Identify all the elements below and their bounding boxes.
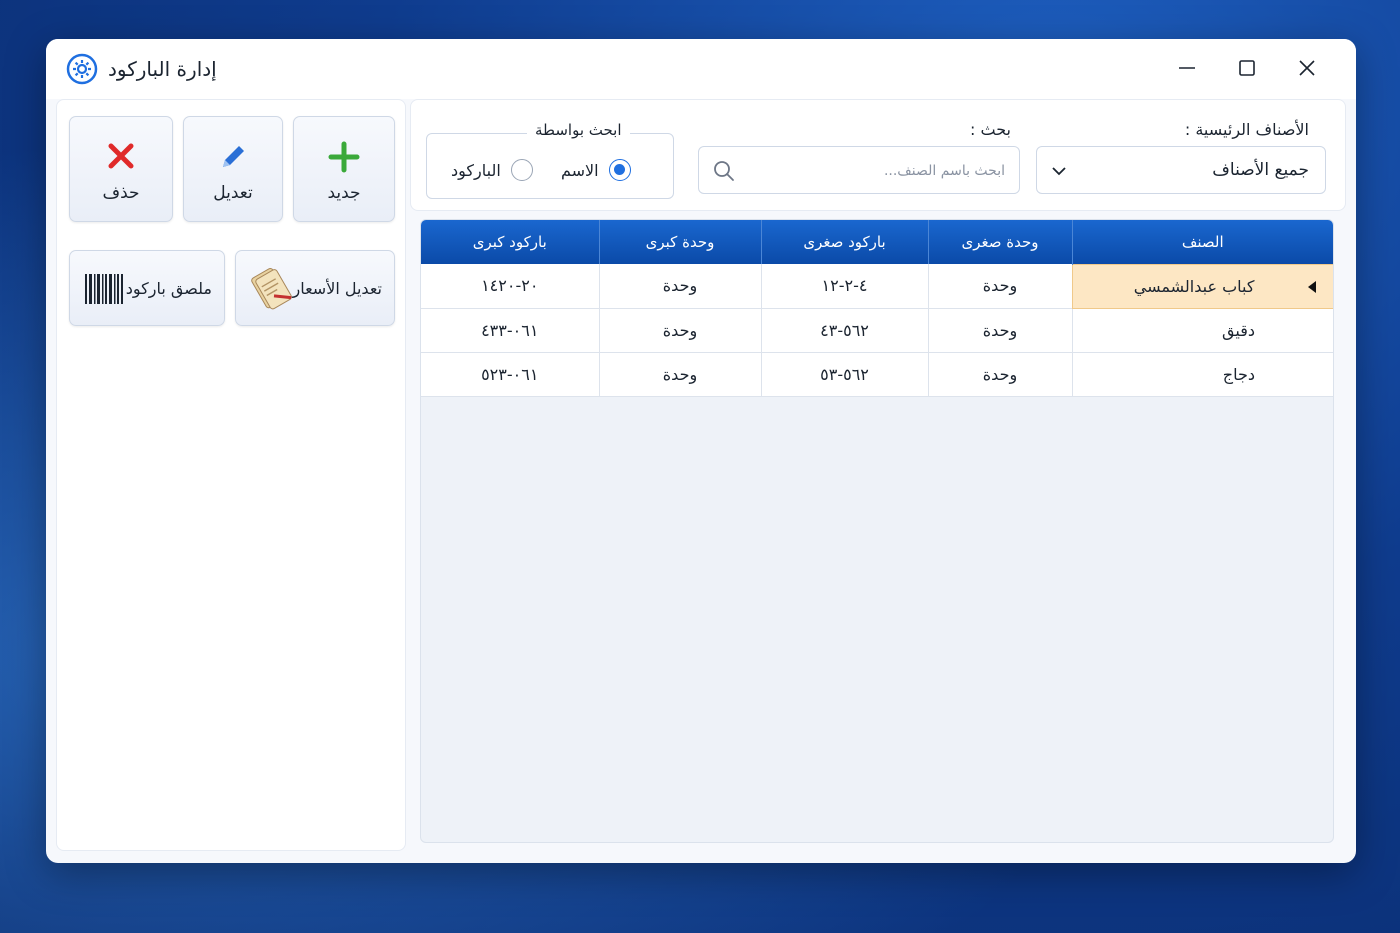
item-cell[interactable]: دجاج bbox=[1071, 352, 1333, 397]
search-by-barcode-radio[interactable]: الباركود bbox=[451, 159, 533, 181]
barcode-icon bbox=[85, 274, 123, 304]
close-icon bbox=[1299, 60, 1315, 76]
item-cell[interactable]: كباب عبدالشمسي bbox=[1071, 263, 1333, 309]
barcode-management-window: إدارة الباركود حذف تعديل جديد ملصق باركو… bbox=[46, 39, 1356, 863]
minimize-button[interactable] bbox=[1170, 53, 1204, 83]
radio-selected-icon bbox=[608, 159, 631, 181]
window-title: إدارة الباركود bbox=[108, 57, 217, 81]
table-row[interactable]: دجاج وحدة ٥٦٢-٥٣ وحدة ٠٦١-٥٢٣ bbox=[421, 352, 1333, 397]
small-unit-cell[interactable]: وحدة bbox=[927, 352, 1072, 397]
new-label: جديد bbox=[327, 183, 361, 203]
column-header-large-barcode[interactable]: باركود كبرى bbox=[421, 220, 599, 264]
large-barcode-cell[interactable]: ٠٦١-٤٣٣ bbox=[421, 308, 599, 353]
new-button[interactable]: جديد bbox=[293, 116, 395, 222]
barcode-label-button[interactable]: ملصق باركود bbox=[69, 250, 225, 326]
search-label: بحث : bbox=[970, 120, 1011, 139]
table-row[interactable]: دقيق وحدة ٥٦٢-٤٣ وحدة ٠٦١-٤٣٣ bbox=[421, 308, 1333, 353]
large-unit-cell[interactable]: وحدة bbox=[598, 308, 761, 353]
edit-prices-button[interactable]: تعديل الأسعار bbox=[235, 250, 395, 326]
column-header-small-barcode[interactable]: باركود صغرى bbox=[760, 220, 928, 264]
small-unit-cell[interactable]: وحدة bbox=[927, 264, 1072, 309]
chevron-down-icon bbox=[1052, 167, 1066, 176]
search-by-barcode-label: الباركود bbox=[451, 160, 501, 180]
search-by-name-radio[interactable]: الاسم bbox=[561, 159, 631, 181]
price-tags-icon bbox=[251, 268, 292, 310]
search-box bbox=[698, 146, 1020, 194]
column-header-item[interactable]: الصنف bbox=[1071, 220, 1333, 264]
title-group: إدارة الباركود bbox=[66, 53, 217, 85]
item-name: كباب عبدالشمسي bbox=[1133, 276, 1255, 296]
large-barcode-cell[interactable]: ٢٠-١٤٢٠ bbox=[421, 264, 599, 309]
edit-prices-label: تعديل الأسعار bbox=[292, 278, 382, 298]
search-icon bbox=[714, 161, 734, 181]
filter-bar: الأصناف الرئيسية : جميع الأصناف بحث : اب… bbox=[410, 99, 1346, 211]
small-barcode-cell[interactable]: ٥٦٢-٥٣ bbox=[760, 352, 928, 397]
main-categories-label: الأصناف الرئيسية : bbox=[1184, 120, 1309, 139]
actions-panel: حذف تعديل جديد ملصق باركود تعديل الأسعار bbox=[56, 99, 406, 851]
delete-x-icon bbox=[108, 143, 134, 169]
items-grid: الصنف وحدة صغرى باركود صغرى وحدة كبرى با… bbox=[420, 219, 1334, 843]
items-table: الصنف وحدة صغرى باركود صغرى وحدة كبرى با… bbox=[421, 220, 1333, 397]
search-input[interactable] bbox=[745, 157, 1005, 185]
title-bar: إدارة الباركود bbox=[46, 39, 1356, 99]
maximize-icon bbox=[1239, 60, 1255, 76]
small-barcode-cell[interactable]: ٥٦٢-٤٣ bbox=[760, 308, 928, 353]
pencil-icon bbox=[223, 146, 244, 167]
small-unit-cell[interactable]: وحدة bbox=[927, 308, 1072, 353]
search-by-title: ابحث بواسطة bbox=[527, 121, 630, 139]
maximize-button[interactable] bbox=[1230, 53, 1264, 83]
plus-icon bbox=[328, 141, 360, 173]
table-header-row: الصنف وحدة صغرى باركود صغرى وحدة كبرى با… bbox=[421, 220, 1333, 264]
main-categories-dropdown[interactable]: جميع الأصناف bbox=[1036, 146, 1326, 194]
table-row[interactable]: كباب عبدالشمسي وحدة ٤-٢-١٢ وحدة ٢٠-١٤٢٠ bbox=[421, 263, 1333, 309]
delete-label: حذف bbox=[102, 183, 140, 203]
item-name: دجاج bbox=[1222, 364, 1255, 384]
item-name: دقيق bbox=[1222, 320, 1255, 340]
barcode-label-text: ملصق باركود bbox=[125, 278, 212, 298]
small-barcode-cell[interactable]: ٤-٢-١٢ bbox=[760, 264, 928, 309]
large-unit-cell[interactable]: وحدة bbox=[598, 352, 761, 397]
gear-icon bbox=[66, 53, 98, 85]
row-pointer-icon bbox=[1307, 280, 1316, 293]
edit-label: تعديل bbox=[213, 183, 253, 203]
item-cell[interactable]: دقيق bbox=[1071, 308, 1333, 353]
close-window-button[interactable] bbox=[1290, 53, 1324, 83]
delete-button[interactable]: حذف bbox=[69, 116, 173, 222]
radio-unselected-icon bbox=[510, 159, 533, 181]
large-barcode-cell[interactable]: ٠٦١-٥٢٣ bbox=[421, 352, 599, 397]
edit-button[interactable]: تعديل bbox=[183, 116, 283, 222]
large-unit-cell[interactable]: وحدة bbox=[598, 264, 761, 309]
minimize-icon bbox=[1179, 67, 1195, 69]
column-header-large-unit[interactable]: وحدة كبرى bbox=[598, 220, 761, 264]
search-by-name-label: الاسم bbox=[561, 160, 599, 180]
column-header-small-unit[interactable]: وحدة صغرى bbox=[927, 220, 1072, 264]
main-categories-value: جميع الأصناف bbox=[1212, 160, 1309, 180]
